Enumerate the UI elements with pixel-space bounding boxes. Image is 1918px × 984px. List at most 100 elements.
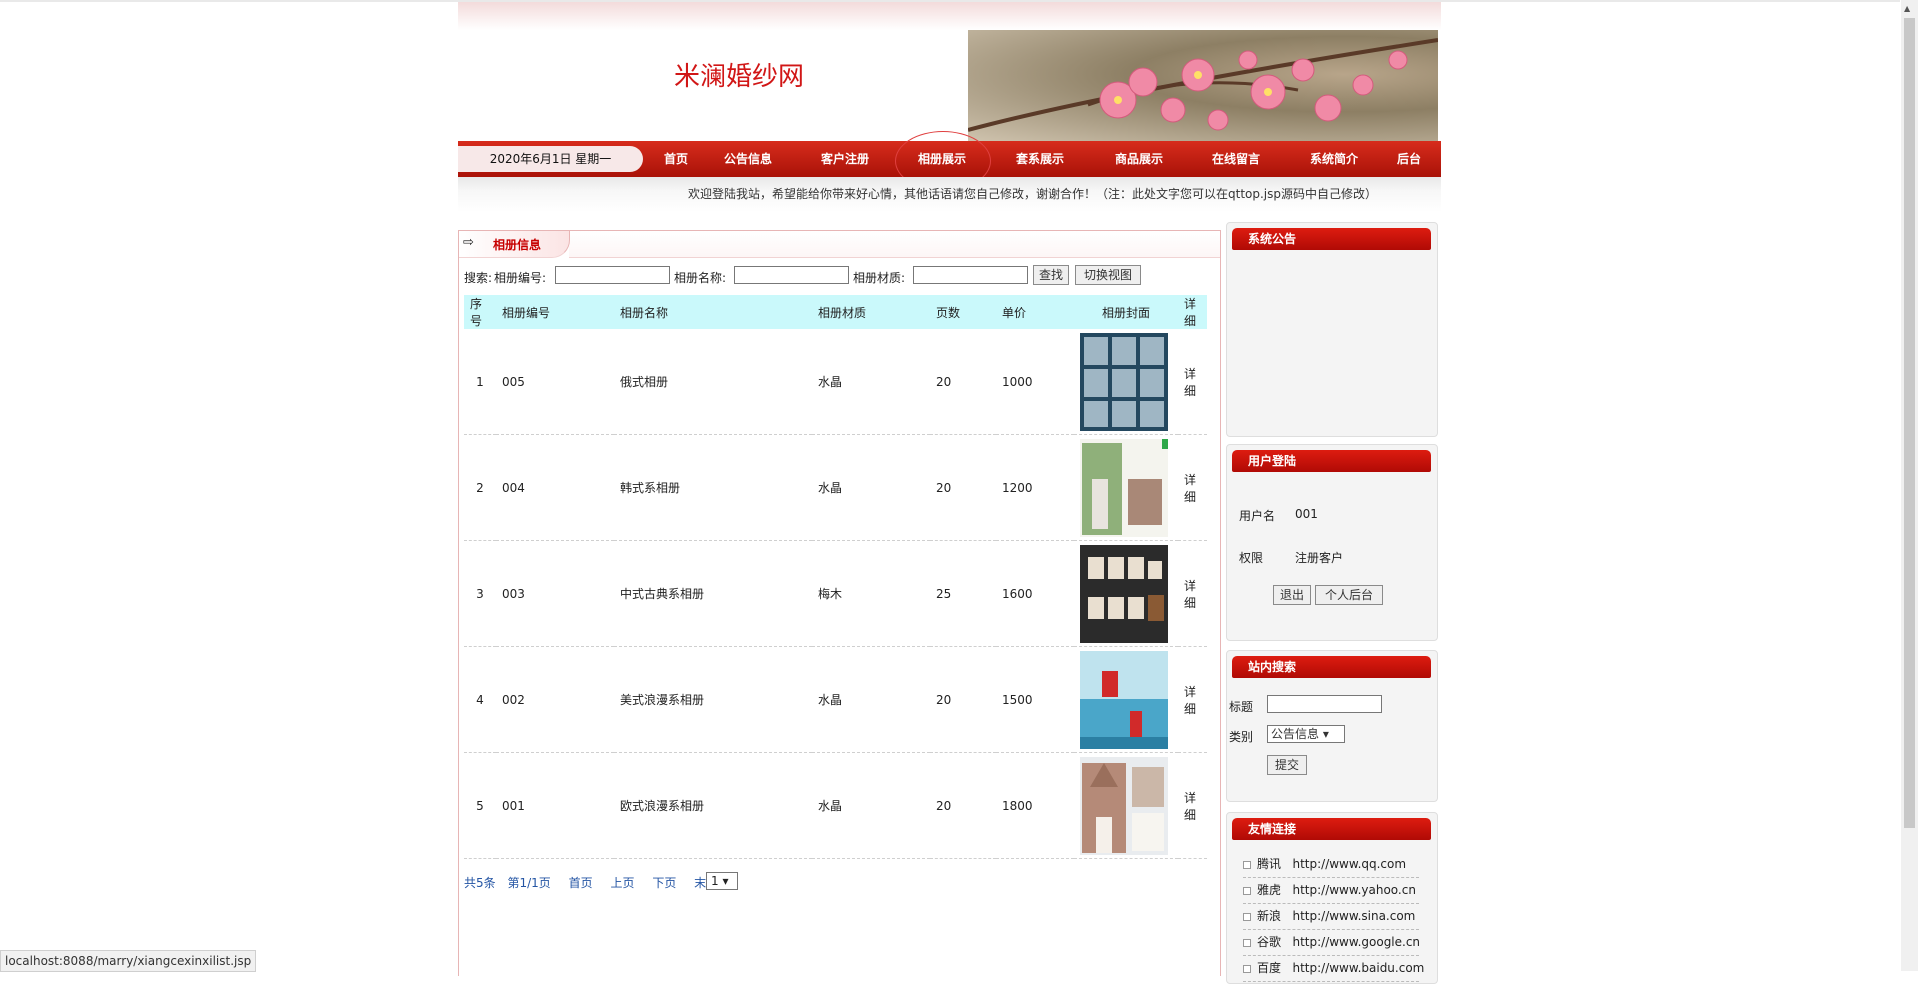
scrollbar-thumb[interactable] [1904, 18, 1915, 828]
page-select[interactable]: 1 ▾ [706, 872, 738, 890]
login-box-title: 用户登陆 [1232, 450, 1431, 472]
album-cover-image[interactable] [1080, 438, 1168, 537]
row-detail-link[interactable]: 详细 [1178, 646, 1207, 753]
album-material-input[interactable] [913, 266, 1028, 284]
marquee-bar: 欢迎登陆我站，希望能给你带来好心情，其他话语请您自己修改，谢谢合作！（注：此处文… [458, 177, 1441, 212]
page-container: 米澜婚纱网 2020年6月1日 星期一 首页 公告信息 客户注册 相册展示 套系… [458, 2, 1441, 984]
search-submit-button[interactable]: 提交 [1267, 755, 1307, 775]
friend-link-item[interactable]: 谷歌 http://www.google.cn [1243, 929, 1420, 956]
row-cover [1074, 646, 1178, 753]
album-tab-title: 相册信息 [493, 238, 542, 252]
row-price: 1500 [996, 646, 1074, 753]
friend-link-item[interactable]: 雅虎 http://www.yahoo.cn [1243, 877, 1419, 904]
row-price: 1000 [996, 329, 1074, 435]
album-cover-image[interactable] [1080, 650, 1168, 749]
pagination: 共5条 第1/1页 首页 上页 下页 末页 1 ▾ [464, 872, 738, 891]
main-nav: 2020年6月1日 星期一 首页 公告信息 客户注册 相册展示 套系展示 商品展… [458, 131, 1441, 191]
notice-box-title: 系统公告 [1232, 228, 1431, 250]
search-title-input[interactable] [1267, 695, 1382, 713]
page-indicator: 第1/1页 [507, 876, 551, 890]
friend-link-url: http://www.baidu.com [1292, 961, 1425, 975]
album-cover-image[interactable] [1080, 756, 1168, 855]
row-material: 水晶 [812, 329, 930, 435]
vertical-scrollbar[interactable]: ▲ [1901, 0, 1918, 971]
row-album-no: 003 [496, 540, 614, 647]
row-material: 水晶 [812, 646, 930, 753]
row-album-name: 中式古典系相册 [614, 540, 812, 647]
friend-link-item[interactable]: 腾讯 http://www.qq.com [1243, 851, 1419, 878]
username-value: 001 [1295, 507, 1318, 521]
nav-home[interactable]: 首页 [664, 141, 688, 177]
marquee-text: 欢迎登陆我站，希望能给你带来好心情，其他话语请您自己修改，谢谢合作！（注：此处文… [688, 187, 1378, 201]
row-price: 1600 [996, 540, 1074, 647]
nav-guestbook[interactable]: 在线留言 [1212, 141, 1260, 177]
friend-link-name: 百度 [1257, 961, 1282, 975]
friend-link-item[interactable]: 新浪 http://www.sina.com [1243, 903, 1419, 930]
search-type-select[interactable]: 公告信息 ▾ [1267, 725, 1345, 743]
main-panel: ⇨ 相册信息 搜索: 相册编号: 相册名称: 相册材质: 查找 切换视图 序号 … [458, 230, 1221, 976]
row-album-name: 韩式系相册 [614, 434, 812, 541]
friend-links-box: 友情连接 腾讯 http://www.qq.com 雅虎 http://www.… [1226, 812, 1438, 984]
login-box: 用户登陆 用户名 001 权限 注册客户 退出 个人后台 [1226, 444, 1438, 641]
friend-link-name: 新浪 [1257, 909, 1282, 923]
row-pages: 25 [930, 540, 996, 647]
nav-packages[interactable]: 套系展示 [1016, 141, 1064, 177]
table-row: 2 004 韩式系相册 水晶 20 1200 详细 [464, 434, 1207, 541]
album-no-input[interactable] [555, 266, 670, 284]
row-pages: 20 [930, 329, 996, 435]
search-button[interactable]: 查找 [1033, 265, 1069, 285]
row-cover [1074, 434, 1178, 541]
scroll-up-arrow-icon[interactable]: ▲ [1904, 4, 1910, 13]
row-detail-link[interactable]: 详细 [1178, 752, 1207, 859]
bullet-icon [1243, 964, 1251, 973]
switch-view-button[interactable]: 切换视图 [1075, 265, 1141, 285]
album-cover-image[interactable] [1080, 332, 1168, 431]
album-cover-image[interactable] [1080, 544, 1168, 643]
next-page-link[interactable]: 下页 [652, 876, 676, 890]
notice-box: 系统公告 [1226, 222, 1438, 437]
row-album-name: 欧式浪漫系相册 [614, 752, 812, 859]
row-album-no: 005 [496, 329, 614, 435]
row-detail-link[interactable]: 详细 [1178, 540, 1207, 647]
friend-link-url: http://www.qq.com [1292, 857, 1407, 871]
bullet-icon [1243, 886, 1251, 895]
album-name-input[interactable] [734, 266, 849, 284]
row-detail-link[interactable]: 详细 [1178, 329, 1207, 435]
nav-register[interactable]: 客户注册 [821, 141, 869, 177]
friend-link-url: http://www.yahoo.cn [1292, 883, 1416, 897]
row-material: 梅木 [812, 540, 930, 647]
row-album-no: 002 [496, 646, 614, 753]
bullet-icon [1243, 938, 1251, 947]
row-index: 5 [464, 752, 496, 859]
nav-about[interactable]: 系统简介 [1310, 141, 1358, 177]
row-price: 1200 [996, 434, 1074, 541]
nav-admin[interactable]: 后台 [1397, 141, 1421, 177]
bullet-icon [1243, 860, 1251, 869]
col-index: 序号 [464, 295, 496, 329]
row-material: 水晶 [812, 434, 930, 541]
row-cover [1074, 329, 1178, 435]
album-material-label: 相册材质: [853, 271, 906, 285]
friend-links-title: 友情连接 [1232, 818, 1431, 840]
row-index: 3 [464, 540, 496, 647]
row-detail-link[interactable]: 详细 [1178, 434, 1207, 541]
search-title-label: 标题 [1229, 700, 1254, 714]
logout-button[interactable]: 退出 [1273, 585, 1311, 605]
nav-products[interactable]: 商品展示 [1115, 141, 1163, 177]
col-pages: 页数 [930, 295, 996, 329]
friend-link-item[interactable]: 百度 http://www.baidu.com [1243, 955, 1424, 982]
status-bar-url: localhost:8088/marry/xiangcexinxilist.js… [0, 950, 257, 972]
album-no-label: 相册编号: [494, 271, 547, 285]
album-tab: ⇨ 相册信息 [459, 231, 570, 258]
row-album-no: 004 [496, 434, 614, 541]
col-cover: 相册封面 [1074, 295, 1178, 329]
personal-center-button[interactable]: 个人后台 [1315, 585, 1383, 605]
table-header-row: 序号 相册编号 相册名称 相册材质 页数 单价 相册封面 详细 [464, 295, 1207, 329]
row-pages: 20 [930, 752, 996, 859]
site-search-box: 站内搜索 标题 类别 公告信息 ▾ 提交 [1226, 650, 1438, 802]
first-page-link[interactable]: 首页 [569, 876, 593, 890]
nav-notices[interactable]: 公告信息 [724, 141, 772, 177]
prev-page-link[interactable]: 上页 [610, 876, 634, 890]
top-pad [458, 2, 1441, 30]
row-cover [1074, 540, 1178, 647]
